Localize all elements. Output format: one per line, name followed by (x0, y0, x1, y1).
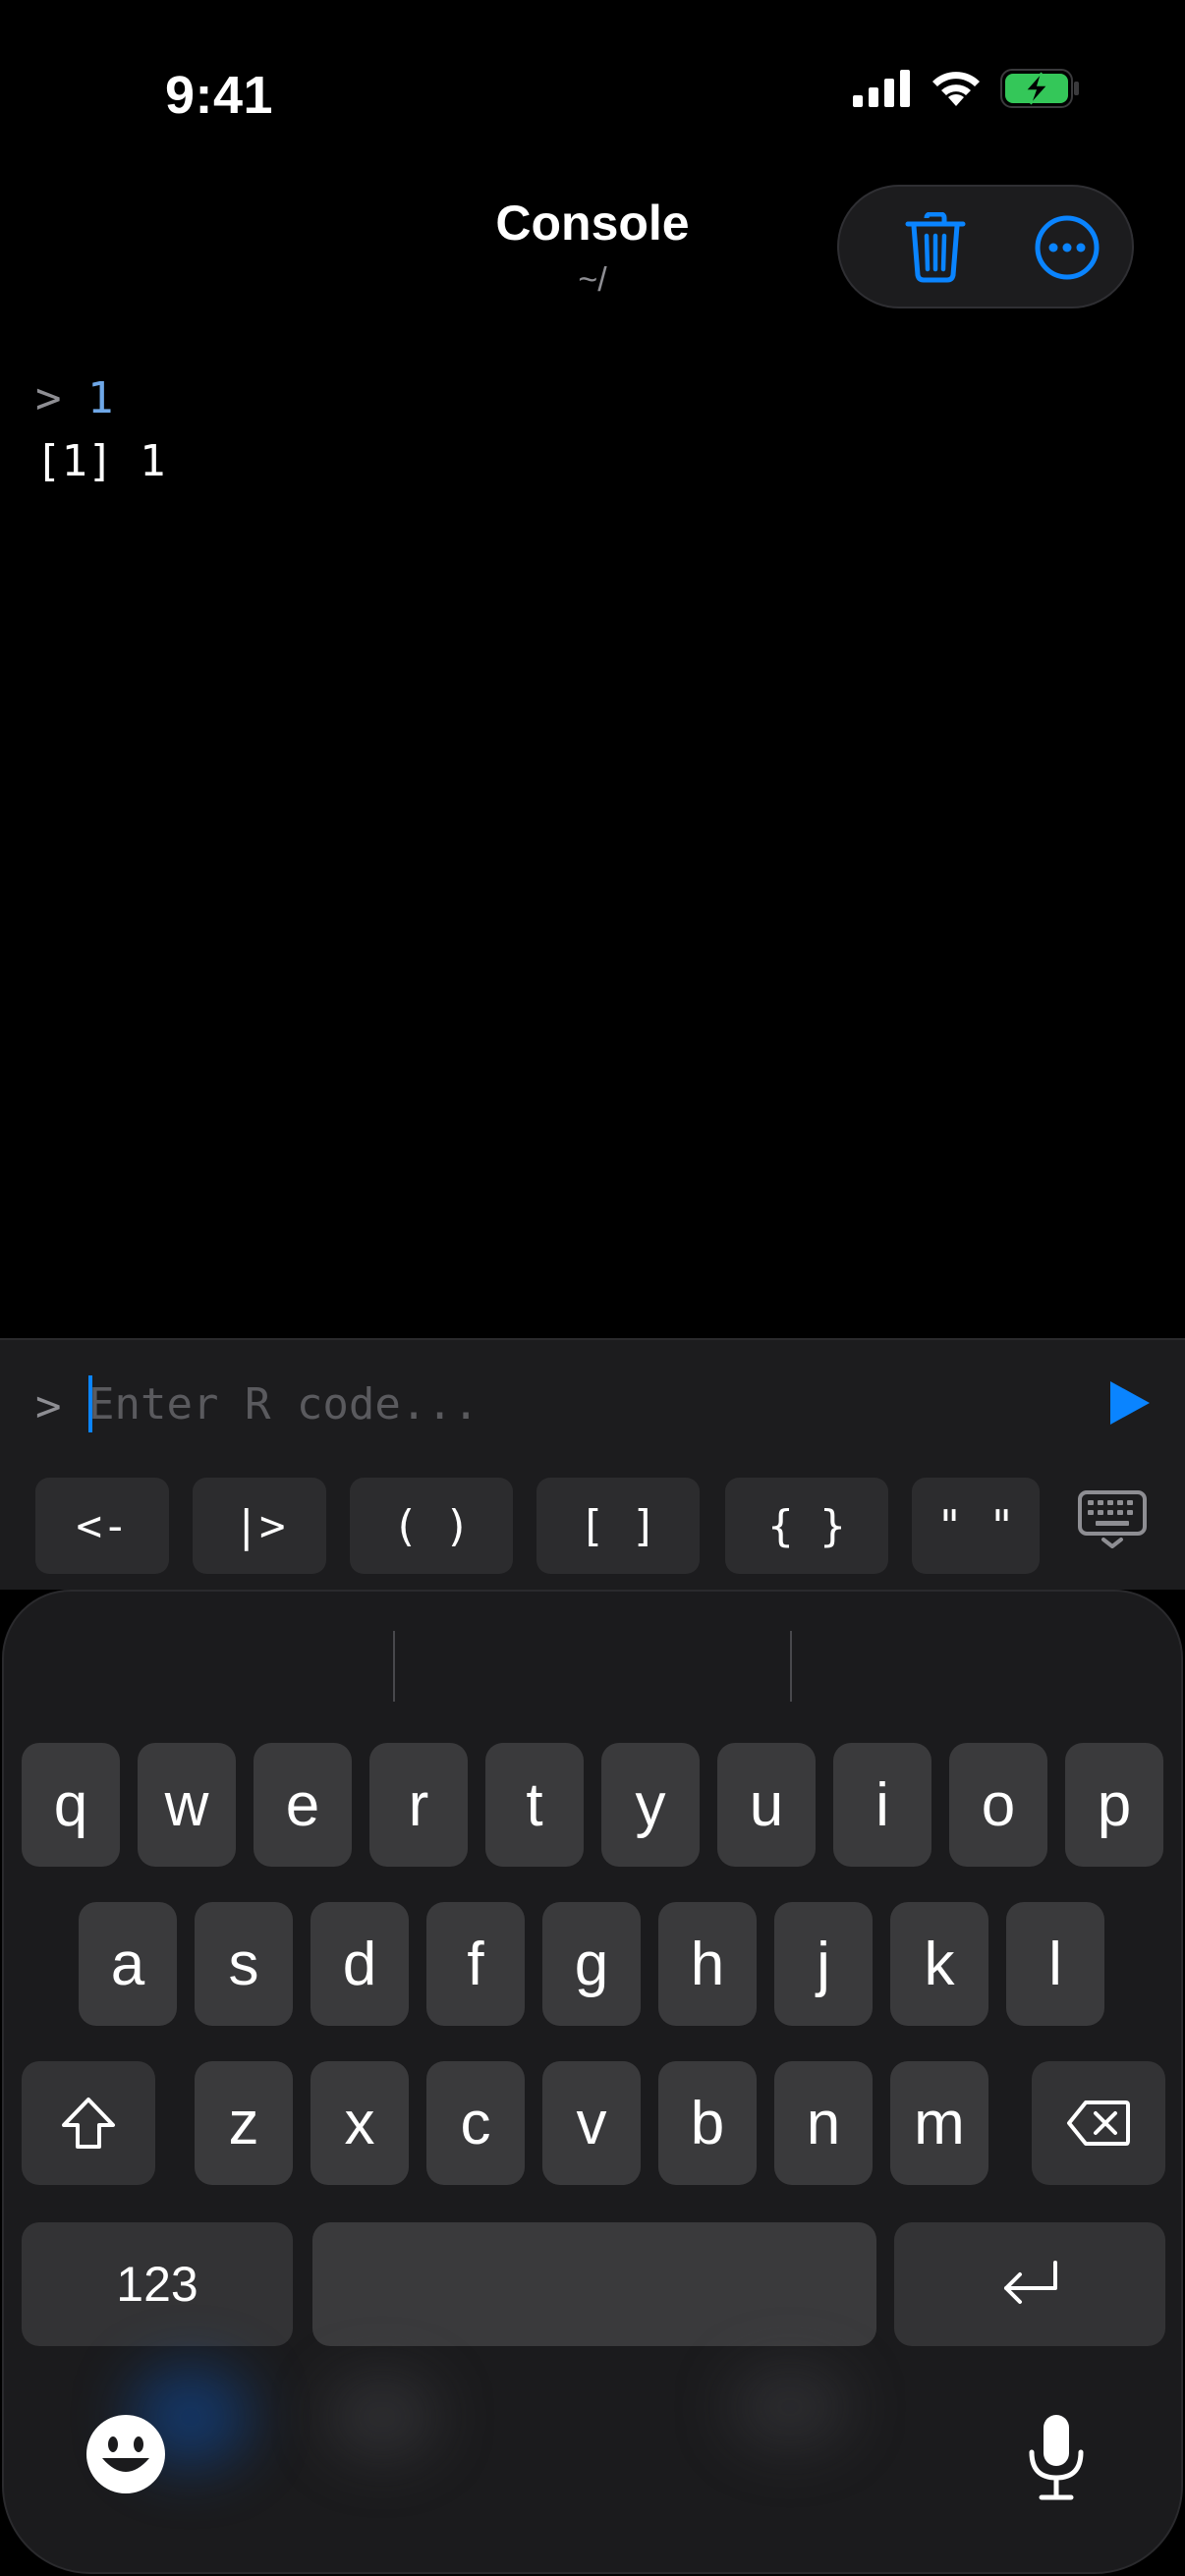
console-input-echo: 1 (87, 373, 114, 423)
key-m[interactable]: m (890, 2061, 988, 2185)
return-icon (1004, 2261, 1057, 2304)
shift-key[interactable] (22, 2061, 155, 2185)
text-caret (88, 1375, 92, 1432)
key-n[interactable]: n (774, 2061, 873, 2185)
input-bar: > <- |> ( ) [ ] { } " " (0, 1338, 1185, 1590)
more-options-button[interactable] (1032, 212, 1102, 283)
keyboard-dismiss-icon (1078, 1490, 1147, 1548)
key-c[interactable]: c (426, 2061, 525, 2185)
console-prompt: > (35, 373, 62, 423)
snippet-braces-button[interactable]: { } (725, 1478, 888, 1574)
wifi-icon (932, 72, 980, 106)
backspace-icon (1067, 2100, 1130, 2146)
shift-icon (62, 2098, 115, 2149)
key-k[interactable]: k (890, 1902, 988, 2026)
key-x[interactable]: x (310, 2061, 409, 2185)
background-glow (731, 2368, 849, 2446)
play-icon (1110, 1381, 1150, 1425)
backspace-key[interactable] (1032, 2061, 1165, 2185)
key-i[interactable]: i (833, 1743, 931, 1867)
snippet-assign-button[interactable]: <- (35, 1478, 169, 1574)
key-z[interactable]: z (195, 2061, 293, 2185)
console-result: [1] 1 (35, 436, 166, 486)
key-p[interactable]: p (1065, 1743, 1163, 1867)
system-keyboard: q w e r t y u i o p a s d f g h j k l z … (2, 1590, 1183, 2574)
run-button[interactable] (1104, 1377, 1156, 1428)
input-prompt: > (35, 1381, 62, 1431)
console-line: [1] 1 (35, 430, 165, 493)
key-y[interactable]: y (601, 1743, 700, 1867)
key-l[interactable]: l (1006, 1902, 1104, 2026)
cellular-signal-icon (853, 70, 910, 107)
key-o[interactable]: o (949, 1743, 1047, 1867)
key-e[interactable]: e (254, 1743, 352, 1867)
key-q[interactable]: q (22, 1743, 120, 1867)
key-d[interactable]: d (310, 1902, 409, 2026)
status-icons (853, 69, 1081, 108)
clear-console-button[interactable] (900, 212, 971, 283)
hide-keyboard-button[interactable] (1077, 1489, 1148, 1550)
snippet-quotes-button[interactable]: " " (912, 1478, 1040, 1574)
suggestion-divider (790, 1631, 792, 1702)
key-b[interactable]: b (658, 2061, 757, 2185)
dictation-button[interactable] (1026, 2413, 1087, 2501)
background-glow (328, 2378, 436, 2456)
snippet-brackets-button[interactable]: [ ] (536, 1478, 700, 1574)
numbers-key[interactable]: 123 (22, 2222, 293, 2346)
space-key[interactable] (312, 2222, 876, 2346)
snippet-parens-button[interactable]: ( ) (350, 1478, 513, 1574)
console-line: > 1 (35, 367, 165, 430)
key-u[interactable]: u (717, 1743, 816, 1867)
emoji-icon (86, 2415, 165, 2493)
console-output: > 1 [1] 1 (35, 367, 165, 493)
nav-actions-group (837, 185, 1134, 308)
key-a[interactable]: a (79, 1902, 177, 2026)
key-s[interactable]: s (195, 1902, 293, 2026)
key-h[interactable]: h (658, 1902, 757, 2026)
key-w[interactable]: w (138, 1743, 236, 1867)
ellipsis-circle-icon (1035, 215, 1100, 280)
key-r[interactable]: r (369, 1743, 468, 1867)
battery-charging-icon (1000, 69, 1079, 108)
snippet-pipe-button[interactable]: |> (193, 1478, 326, 1574)
trash-icon (905, 212, 966, 283)
code-input[interactable] (88, 1370, 1051, 1438)
key-g[interactable]: g (542, 1902, 641, 2026)
suggestion-divider (393, 1631, 395, 1702)
return-key[interactable] (894, 2222, 1165, 2346)
key-t[interactable]: t (485, 1743, 584, 1867)
microphone-icon (1029, 2415, 1084, 2500)
key-f[interactable]: f (426, 1902, 525, 2026)
status-time: 9:41 (165, 66, 274, 125)
emoji-button[interactable] (85, 2413, 167, 2495)
key-j[interactable]: j (774, 1902, 873, 2026)
key-v[interactable]: v (542, 2061, 641, 2185)
